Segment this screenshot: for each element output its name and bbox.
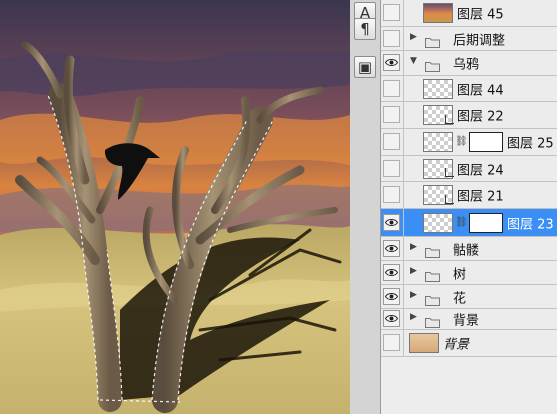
visibility-toggle[interactable] [383,79,400,97]
layer-row[interactable]: ▶ 骷髅 [381,237,557,261]
eye-icon[interactable] [383,287,400,305]
chevron-down-icon[interactable]: ▼ [410,56,417,66]
layer-thumbnail [409,333,439,353]
navigator-glyph: ▣ [357,58,373,76]
row-divider [403,261,404,284]
chevron-right-icon[interactable]: ▶ [410,290,417,300]
layer-row[interactable]: 图层 44 [381,76,557,102]
layer-thumbnail [423,132,453,152]
row-divider [403,156,404,181]
chevron-right-icon[interactable]: ▶ [410,32,417,42]
visibility-toggle[interactable] [383,186,400,203]
visibility-toggle[interactable] [383,159,400,177]
eye-icon[interactable] [383,54,400,71]
row-divider [403,309,404,329]
eye-icon[interactable] [383,263,400,281]
layer-name: 乌鸦 [453,57,480,73]
canvas-artwork [0,0,350,414]
chevron-right-icon[interactable]: ▶ [410,242,417,252]
folder-icon [425,267,440,282]
row-divider [403,285,404,308]
row-divider [403,237,404,260]
row-divider [403,330,404,356]
row-divider [403,182,404,208]
row-divider [403,102,404,128]
layer-name: 图层 21 [457,189,504,205]
link-icon[interactable]: ⛓ [455,217,468,228]
row-divider [403,76,404,101]
layer-row[interactable]: 图层 24 [381,156,557,182]
layer-name: 图层 44 [457,83,504,98]
layer-row[interactable]: ▶ 背景 [381,309,557,330]
layer-mask-thumbnail[interactable] [469,132,503,152]
layer-row[interactable]: ▶ 树 [381,261,557,285]
visibility-toggle[interactable] [383,334,400,351]
folder-icon [425,313,440,328]
eye-icon[interactable] [383,310,400,327]
clipping-mask-icon [445,168,454,177]
layer-mask-thumbnail[interactable] [469,212,503,233]
layer-name: 后期调整 [453,33,506,48]
row-divider [403,0,404,26]
eye-icon[interactable] [383,213,400,231]
visibility-toggle[interactable] [383,133,400,150]
navigator-icon[interactable]: ▣ [354,56,376,78]
layer-name: 图层 24 [457,163,504,178]
folder-icon [425,291,440,306]
chevron-right-icon[interactable]: ▶ [410,266,417,276]
paragraph-icon[interactable]: ¶ [354,18,376,40]
layer-row[interactable]: ⛓ 图层 25 [381,129,557,156]
link-icon[interactable]: ⛓ [455,136,468,147]
layer-row[interactable]: ▶ 后期调整 [381,27,557,51]
layer-name: 图层 25 [507,136,554,152]
folder-icon [425,243,440,258]
clipping-mask-icon [445,114,454,124]
document-canvas[interactable] [0,0,351,414]
layer-name: 背景 [443,337,470,353]
layer-row[interactable]: 图层 21 [381,182,557,209]
layer-name: 树 [453,267,467,282]
layer-row[interactable]: ▶ 花 [381,285,557,309]
layer-name: 图层 23 [507,217,554,232]
folder-icon [425,33,440,48]
layers-panel: 图层 45 ▶ 后期调整 ▼ 乌鸦 图层 44 图层 22 ⛓ 图层 25 图层 24 图层 21 ⛓… [381,0,557,414]
paragraph-glyph: ¶ [360,20,370,38]
clipping-mask-icon [445,194,454,204]
layer-row[interactable]: 图层 22 [381,102,557,129]
folder-icon [425,57,440,72]
layer-thumbnail [423,78,453,99]
visibility-toggle[interactable] [383,4,400,21]
layer-row[interactable]: 图层 45 [381,0,557,27]
layer-row[interactable]: ▼ 乌鸦 [381,51,557,76]
visibility-toggle[interactable] [383,29,400,47]
row-divider [403,129,404,155]
layer-name: 图层 22 [457,109,504,125]
row-divider [403,51,404,75]
layer-name: 图层 45 [457,7,504,23]
panel-dock-strip: A ¶ ▣ [350,0,381,414]
layer-row[interactable]: ⛓ 图层 23 [381,209,557,237]
visibility-toggle[interactable] [383,106,400,123]
layer-name: 背景 [453,313,480,329]
layer-thumbnail [423,212,453,233]
layer-thumbnail [423,3,453,23]
row-divider [403,209,404,236]
layer-name: 花 [453,291,467,306]
row-divider [403,27,404,50]
layer-row[interactable]: 背景 [381,330,557,357]
chevron-right-icon[interactable]: ▶ [410,312,417,322]
layer-name: 骷髅 [453,243,480,258]
eye-icon[interactable] [383,239,400,257]
